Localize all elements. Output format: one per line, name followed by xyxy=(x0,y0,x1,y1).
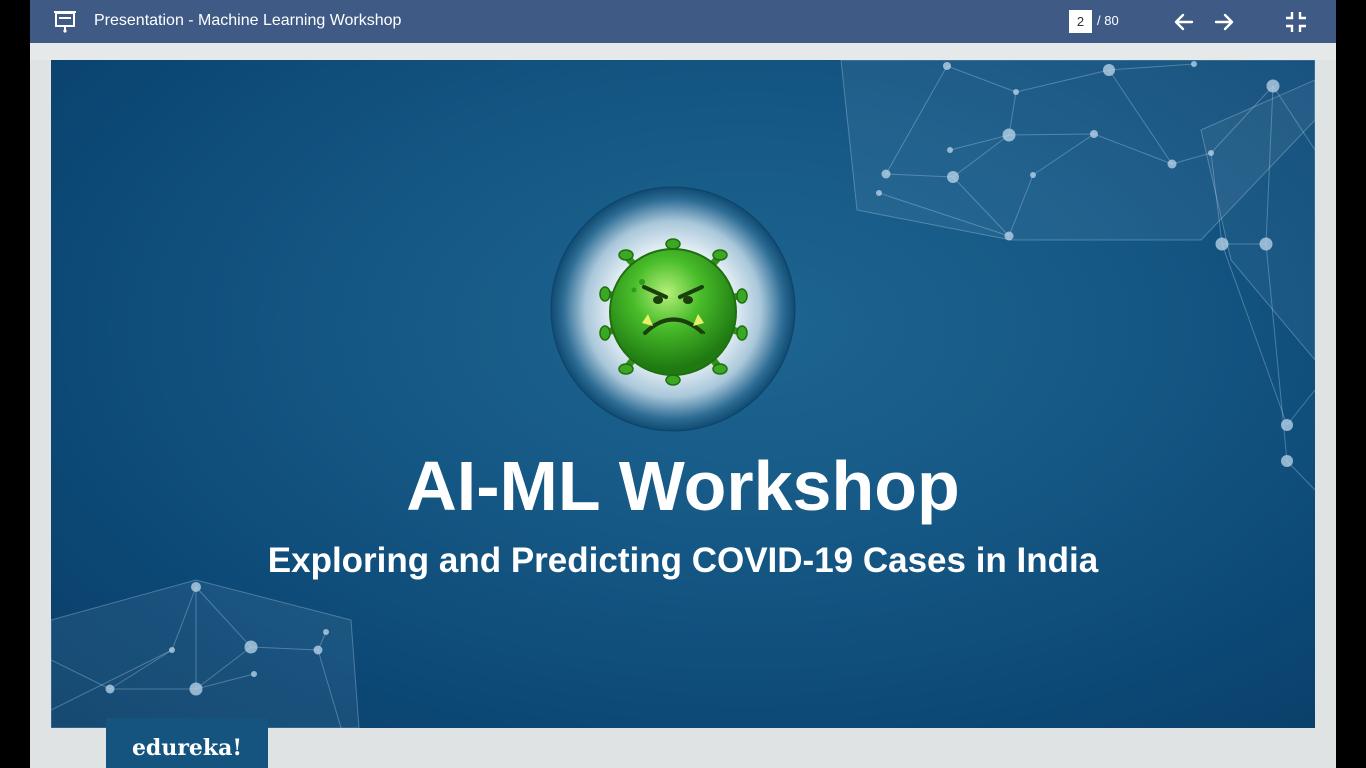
arrow-right-icon[interactable] xyxy=(1211,9,1237,35)
slide-title: AI-ML Workshop xyxy=(406,447,960,525)
arrow-left-icon[interactable] xyxy=(1171,9,1197,35)
exit-fullscreen-icon[interactable] xyxy=(1283,9,1309,35)
page-number-input[interactable] xyxy=(1069,10,1092,33)
slide-canvas: AI-ML Workshop Exploring and Predicting … xyxy=(51,60,1315,728)
edureka-logo: edureka! xyxy=(106,718,268,768)
slide-margin xyxy=(30,43,1336,60)
viewer-toolbar: Presentation - Machine Learning Workshop… xyxy=(30,0,1336,43)
page-total: / 80 xyxy=(1097,13,1119,28)
slide-subtitle: Exploring and Predicting COVID-19 Cases … xyxy=(267,541,1099,580)
virus-illustration xyxy=(550,186,796,432)
presentation-title: Presentation - Machine Learning Workshop xyxy=(94,12,402,29)
presentation-viewer: Presentation - Machine Learning Workshop… xyxy=(30,0,1336,768)
presentation-icon[interactable] xyxy=(52,8,78,34)
